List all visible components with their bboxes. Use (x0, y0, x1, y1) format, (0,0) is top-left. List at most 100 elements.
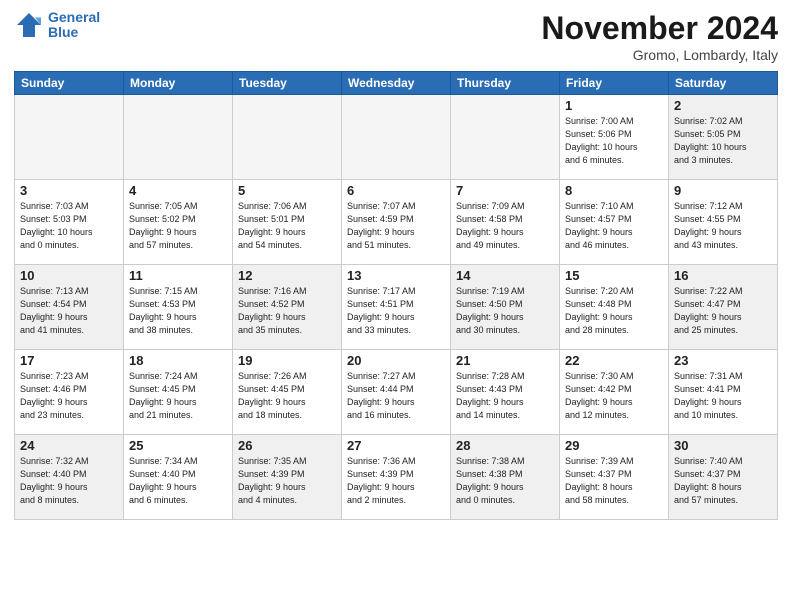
cell-info: Sunrise: 7:23 AM Sunset: 4:46 PM Dayligh… (20, 370, 118, 422)
calendar-cell: 5Sunrise: 7:06 AM Sunset: 5:01 PM Daylig… (233, 180, 342, 265)
cell-info: Sunrise: 7:00 AM Sunset: 5:06 PM Dayligh… (565, 115, 663, 167)
calendar-cell: 13 Sunrise: 7:17 AM Sunset: 4:51 PM Dayli… (342, 265, 451, 350)
calendar-cell: 16 Sunrise: 7:22 AM Sunset: 4:47 PM Dayli… (669, 265, 778, 350)
calendar-week-row: 24 Sunrise: 7:32 AM Sunset: 4:40 PM Dayli… (15, 435, 778, 520)
weekday-header: Tuesday (233, 72, 342, 95)
day-number: 23 (674, 353, 772, 368)
cell-info: Sunrise: 7:15 AM Sunset: 4:53 PM Dayligh… (129, 285, 227, 337)
logo: General Blue (14, 10, 100, 41)
day-number: 29 (565, 438, 663, 453)
calendar-cell: 1 Sunrise: 7:00 AM Sunset: 5:06 PM Daylig… (560, 95, 669, 180)
day-number: 18 (129, 353, 227, 368)
cell-info: Sunrise: 7:02 AM Sunset: 5:05 PM Dayligh… (674, 115, 772, 167)
calendar-header-row: SundayMondayTuesdayWednesdayThursdayFrid… (15, 72, 778, 95)
cell-info: Sunrise: 7:19 AM Sunset: 4:50 PM Dayligh… (456, 285, 554, 337)
calendar-cell: 14 Sunrise: 7:19 AM Sunset: 4:50 PM Dayli… (451, 265, 560, 350)
calendar-cell (233, 95, 342, 180)
day-number: 22 (565, 353, 663, 368)
calendar-week-row: 17 Sunrise: 7:23 AM Sunset: 4:46 PM Dayli… (15, 350, 778, 435)
cell-info: Sunrise: 7:22 AM Sunset: 4:47 PM Dayligh… (674, 285, 772, 337)
cell-info: Sunrise: 7:32 AM Sunset: 4:40 PM Dayligh… (20, 455, 118, 507)
calendar-cell: 28 Sunrise: 7:38 AM Sunset: 4:38 PM Dayli… (451, 435, 560, 520)
day-number: 16 (674, 268, 772, 283)
calendar-cell: 4Sunrise: 7:05 AM Sunset: 5:02 PM Daylig… (124, 180, 233, 265)
day-number: 20 (347, 353, 445, 368)
cell-info: Sunrise: 7:09 AM Sunset: 4:58 PM Dayligh… (456, 200, 554, 252)
day-number: 30 (674, 438, 772, 453)
day-number: 25 (129, 438, 227, 453)
cell-info: Sunrise: 7:06 AM Sunset: 5:01 PM Dayligh… (238, 200, 336, 252)
day-number: 27 (347, 438, 445, 453)
cell-info: Sunrise: 7:28 AM Sunset: 4:43 PM Dayligh… (456, 370, 554, 422)
cell-info: Sunrise: 7:24 AM Sunset: 4:45 PM Dayligh… (129, 370, 227, 422)
day-number: 1 (565, 98, 663, 113)
calendar-week-row: 1 Sunrise: 7:00 AM Sunset: 5:06 PM Daylig… (15, 95, 778, 180)
day-number: 26 (238, 438, 336, 453)
logo-text: General Blue (48, 10, 100, 41)
day-number: 11 (129, 268, 227, 283)
day-number: 8 (565, 183, 663, 198)
month-title: November 2024 (541, 10, 778, 47)
cell-info: Sunrise: 7:26 AM Sunset: 4:45 PM Dayligh… (238, 370, 336, 422)
day-number: 13 (347, 268, 445, 283)
weekday-header: Sunday (15, 72, 124, 95)
cell-info: Sunrise: 7:30 AM Sunset: 4:42 PM Dayligh… (565, 370, 663, 422)
cell-info: Sunrise: 7:40 AM Sunset: 4:37 PM Dayligh… (674, 455, 772, 507)
day-number: 9 (674, 183, 772, 198)
calendar-cell (342, 95, 451, 180)
day-number: 2 (674, 98, 772, 113)
calendar-cell: 17 Sunrise: 7:23 AM Sunset: 4:46 PM Dayli… (15, 350, 124, 435)
calendar-cell: 2 Sunrise: 7:02 AM Sunset: 5:05 PM Daylig… (669, 95, 778, 180)
cell-info: Sunrise: 7:36 AM Sunset: 4:39 PM Dayligh… (347, 455, 445, 507)
calendar-cell: 6 Sunrise: 7:07 AM Sunset: 4:59 PM Daylig… (342, 180, 451, 265)
calendar-cell: 15 Sunrise: 7:20 AM Sunset: 4:48 PM Dayli… (560, 265, 669, 350)
calendar-cell: 23 Sunrise: 7:31 AM Sunset: 4:41 PM Dayli… (669, 350, 778, 435)
day-number: 19 (238, 353, 336, 368)
cell-info: Sunrise: 7:34 AM Sunset: 4:40 PM Dayligh… (129, 455, 227, 507)
calendar-cell: 18 Sunrise: 7:24 AM Sunset: 4:45 PM Dayli… (124, 350, 233, 435)
page: General Blue November 2024 Gromo, Lombar… (0, 0, 792, 612)
calendar-week-row: 3 Sunrise: 7:03 AM Sunset: 5:03 PM Daylig… (15, 180, 778, 265)
day-number: 21 (456, 353, 554, 368)
calendar-cell: 24 Sunrise: 7:32 AM Sunset: 4:40 PM Dayli… (15, 435, 124, 520)
cell-info: Sunrise: 7:07 AM Sunset: 4:59 PM Dayligh… (347, 200, 445, 252)
day-number: 7 (456, 183, 554, 198)
calendar-cell: 27 Sunrise: 7:36 AM Sunset: 4:39 PM Dayli… (342, 435, 451, 520)
cell-info: Sunrise: 7:35 AM Sunset: 4:39 PM Dayligh… (238, 455, 336, 507)
calendar-cell: 26 Sunrise: 7:35 AM Sunset: 4:39 PM Dayli… (233, 435, 342, 520)
weekday-header: Wednesday (342, 72, 451, 95)
calendar-cell (124, 95, 233, 180)
title-block: November 2024 Gromo, Lombardy, Italy (541, 10, 778, 63)
cell-info: Sunrise: 7:17 AM Sunset: 4:51 PM Dayligh… (347, 285, 445, 337)
day-number: 3 (20, 183, 118, 198)
day-number: 28 (456, 438, 554, 453)
cell-info: Sunrise: 7:10 AM Sunset: 4:57 PM Dayligh… (565, 200, 663, 252)
day-number: 14 (456, 268, 554, 283)
day-number: 15 (565, 268, 663, 283)
calendar-cell: 11 Sunrise: 7:15 AM Sunset: 4:53 PM Dayli… (124, 265, 233, 350)
cell-info: Sunrise: 7:03 AM Sunset: 5:03 PM Dayligh… (20, 200, 118, 252)
calendar-cell: 21 Sunrise: 7:28 AM Sunset: 4:43 PM Dayli… (451, 350, 560, 435)
cell-info: Sunrise: 7:38 AM Sunset: 4:38 PM Dayligh… (456, 455, 554, 507)
calendar-cell: 9 Sunrise: 7:12 AM Sunset: 4:55 PM Daylig… (669, 180, 778, 265)
day-number: 6 (347, 183, 445, 198)
calendar-cell: 20 Sunrise: 7:27 AM Sunset: 4:44 PM Dayli… (342, 350, 451, 435)
weekday-header: Saturday (669, 72, 778, 95)
calendar-cell: 25 Sunrise: 7:34 AM Sunset: 4:40 PM Dayli… (124, 435, 233, 520)
cell-info: Sunrise: 7:12 AM Sunset: 4:55 PM Dayligh… (674, 200, 772, 252)
weekday-header: Friday (560, 72, 669, 95)
calendar-cell: 7 Sunrise: 7:09 AM Sunset: 4:58 PM Daylig… (451, 180, 560, 265)
day-number: 10 (20, 268, 118, 283)
location: Gromo, Lombardy, Italy (541, 47, 778, 63)
day-number: 12 (238, 268, 336, 283)
cell-info: Sunrise: 7:20 AM Sunset: 4:48 PM Dayligh… (565, 285, 663, 337)
day-number: 17 (20, 353, 118, 368)
cell-info: Sunrise: 7:31 AM Sunset: 4:41 PM Dayligh… (674, 370, 772, 422)
header: General Blue November 2024 Gromo, Lombar… (14, 10, 778, 63)
logo-icon (14, 10, 44, 40)
calendar-cell: 30 Sunrise: 7:40 AM Sunset: 4:37 PM Dayli… (669, 435, 778, 520)
cell-info: Sunrise: 7:27 AM Sunset: 4:44 PM Dayligh… (347, 370, 445, 422)
cell-info: Sunrise: 7:16 AM Sunset: 4:52 PM Dayligh… (238, 285, 336, 337)
weekday-header: Monday (124, 72, 233, 95)
day-number: 24 (20, 438, 118, 453)
